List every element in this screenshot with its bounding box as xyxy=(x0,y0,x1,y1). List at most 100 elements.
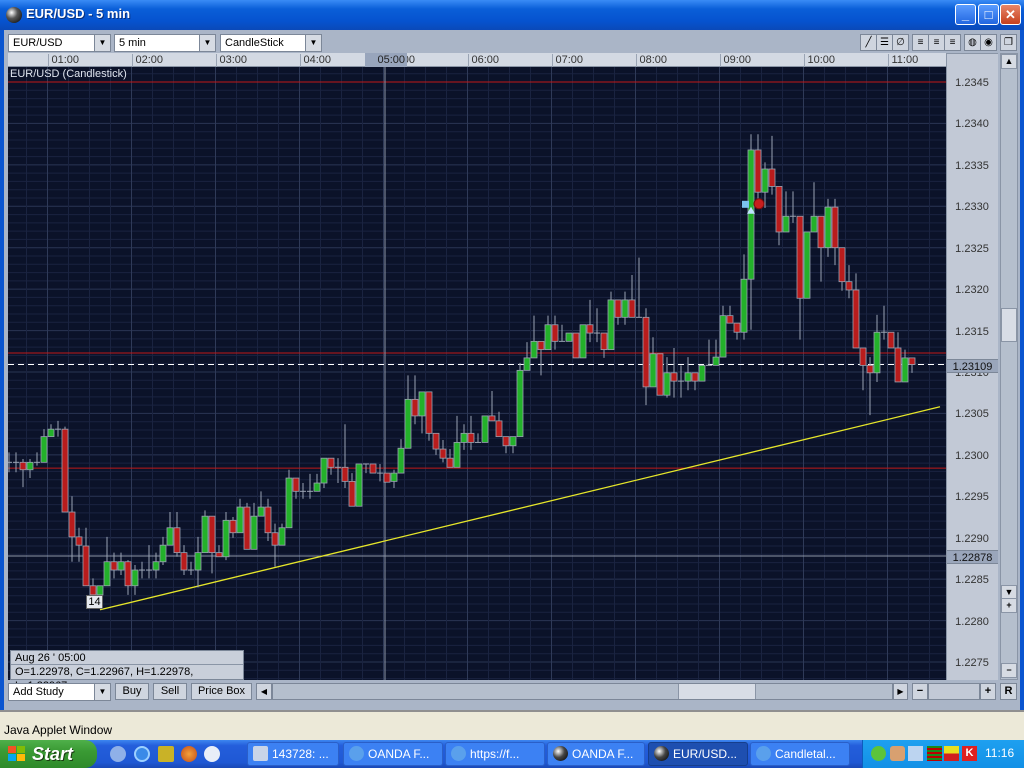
zoom-slider[interactable] xyxy=(928,683,980,700)
system-tray: K 11:16 xyxy=(862,740,1024,768)
info-date: Aug 26 ' 05:00 xyxy=(11,651,243,665)
time-tick-label: 04:00 xyxy=(299,54,331,67)
sell-button[interactable]: Sell xyxy=(153,683,187,700)
candlestick-chart[interactable] xyxy=(5,67,972,680)
horizontal-scrollbar-thumb[interactable] xyxy=(678,684,756,699)
candle-bearish xyxy=(229,519,237,534)
price-tick-label: 1.2340 xyxy=(955,118,989,131)
candle-bullish xyxy=(761,168,769,193)
window-title: EUR/USD - 5 min xyxy=(26,6,131,21)
network-icon[interactable] xyxy=(908,746,923,761)
zoom-in-vertical-button[interactable]: + xyxy=(1001,598,1017,613)
scrollbar-thumb[interactable] xyxy=(1001,308,1017,342)
zoom-out-vertical-button[interactable]: − xyxy=(1001,663,1017,678)
candle-bearish xyxy=(75,536,83,546)
no-draw-icon[interactable]: ∅ xyxy=(892,34,909,51)
java-icon[interactable] xyxy=(890,746,905,761)
task-candletalk[interactable]: Candletal... xyxy=(750,742,850,766)
candle-bullish xyxy=(698,364,706,382)
start-button[interactable]: Start xyxy=(0,740,97,768)
candle-bullish xyxy=(418,391,426,417)
chevron-down-icon[interactable]: ▼ xyxy=(94,684,110,700)
candle-bearish xyxy=(439,448,447,459)
candle-bearish xyxy=(89,585,97,596)
zoom-out-button[interactable]: − xyxy=(912,683,928,700)
candle-bearish xyxy=(670,372,678,382)
candle-bullish xyxy=(509,436,517,447)
quicklaunch-email-icon[interactable] xyxy=(110,746,126,762)
add-study-select[interactable]: Add Study ▼ xyxy=(8,683,111,701)
interval-select[interactable]: 5 min ▼ xyxy=(114,34,216,52)
color1-icon[interactable]: ◍ xyxy=(964,34,981,51)
color2-icon[interactable]: ◉ xyxy=(980,34,997,51)
candle-bearish xyxy=(733,322,741,333)
chart-area[interactable]: EUR/USD (Candlestick) 14 Aug 26 ' 05:00 … xyxy=(5,67,972,692)
candle-bullish xyxy=(481,415,489,443)
candle-bullish xyxy=(257,506,265,517)
grid1-icon[interactable]: ≡ xyxy=(912,34,929,51)
candle-bullish xyxy=(544,324,552,351)
price-tick-label: 1.2335 xyxy=(955,159,989,172)
close-button[interactable]: ✕ xyxy=(1000,4,1021,25)
meter-icon[interactable] xyxy=(927,746,942,761)
buy-button[interactable]: Buy xyxy=(115,683,149,700)
reset-button[interactable]: R xyxy=(1000,683,1017,700)
candle-bearish xyxy=(432,432,440,450)
task-https[interactable]: https://f... xyxy=(445,742,545,766)
task-oanda-1[interactable]: OANDA F... xyxy=(343,742,443,766)
grid2-icon[interactable]: ≡ xyxy=(928,34,945,51)
price-box-button[interactable]: Price Box xyxy=(191,683,252,700)
app-icon xyxy=(6,7,22,23)
quicklaunch-ie-icon[interactable] xyxy=(134,746,150,762)
candle-bullish xyxy=(285,477,293,529)
close-marker-circle-icon xyxy=(753,198,765,210)
instrument-select[interactable]: EUR/USD ▼ xyxy=(8,34,111,52)
task-oanda-2[interactable]: OANDA F... xyxy=(547,742,645,766)
candle-bearish xyxy=(19,461,27,471)
candle-bullish xyxy=(453,442,461,468)
candle-bullish xyxy=(747,149,755,280)
candle-bullish xyxy=(166,527,174,546)
candle-bearish xyxy=(838,247,846,283)
scroll-up-icon[interactable]: ▲ xyxy=(1001,54,1017,69)
candle-bullish xyxy=(740,278,748,333)
candle-bearish xyxy=(173,527,181,554)
quicklaunch-firefox-icon[interactable] xyxy=(181,746,197,762)
minimize-button[interactable]: _ xyxy=(955,4,976,25)
maximize-button[interactable]: □ xyxy=(978,4,999,25)
flag-icon[interactable] xyxy=(944,746,959,761)
detach-icon[interactable]: ❐ xyxy=(1000,34,1017,51)
interval-value: 5 min xyxy=(119,37,146,49)
chevron-down-icon[interactable]: ▼ xyxy=(305,35,321,51)
quicklaunch-clock-icon[interactable] xyxy=(158,746,174,762)
task-143728[interactable]: 143728: ... xyxy=(247,742,339,766)
candle-bullish xyxy=(159,544,167,563)
candle-bullish xyxy=(390,472,398,482)
chart-type-select[interactable]: CandleStick ▼ xyxy=(220,34,322,52)
chevron-down-icon[interactable]: ▼ xyxy=(199,35,215,51)
info-ohlc: O=1.22978, C=1.22967, H=1.22978, L=1.229… xyxy=(15,666,194,692)
line-tool-icon[interactable]: ╱ xyxy=(860,34,877,51)
candle-bullish xyxy=(824,206,832,249)
price-tick-label: 1.2280 xyxy=(955,615,989,628)
quicklaunch-media-icon[interactable] xyxy=(204,746,220,762)
candle-bearish xyxy=(859,347,867,366)
hline-tool-icon[interactable]: ☰ xyxy=(876,34,893,51)
window-icon xyxy=(253,746,268,761)
security-shield-icon[interactable] xyxy=(871,746,886,761)
price-tick-label: 1.2300 xyxy=(955,449,989,462)
candle-bullish xyxy=(803,231,811,299)
grid3-icon[interactable]: ≡ xyxy=(944,34,961,51)
antivirus-icon[interactable]: K xyxy=(962,746,977,761)
candle-bearish xyxy=(292,477,300,492)
candle-bullish xyxy=(96,585,104,596)
status-bar: Java Applet Window xyxy=(0,710,1024,740)
task-eurusd[interactable]: EUR/USD... xyxy=(648,742,748,766)
vertical-scrollbar[interactable]: ▲ ▼ + − xyxy=(1000,53,1018,680)
horizontal-scrollbar[interactable] xyxy=(272,683,893,700)
scroll-left-icon[interactable]: ◀ xyxy=(256,683,272,700)
candle-bullish xyxy=(201,515,209,554)
chevron-down-icon[interactable]: ▼ xyxy=(94,35,110,51)
scroll-right-icon[interactable]: ▶ xyxy=(893,683,908,700)
zoom-in-button[interactable]: + xyxy=(980,683,996,700)
